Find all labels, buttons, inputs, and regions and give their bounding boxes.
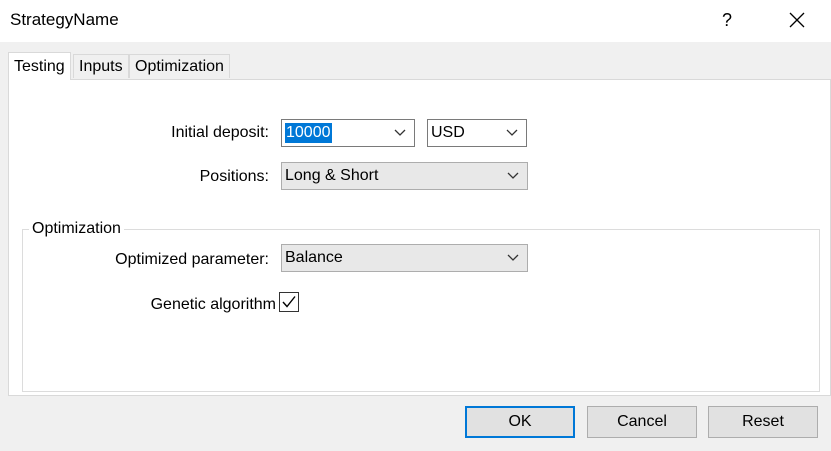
currency-combobox[interactable]: USD — [427, 119, 527, 147]
currency-value: USD — [431, 124, 465, 141]
tab-label: Inputs — [79, 58, 123, 75]
optimization-group-title: Optimization — [29, 219, 124, 239]
optimized-parameter-dropdown[interactable]: Balance — [281, 244, 528, 272]
tab-label: Testing — [14, 58, 65, 75]
genetic-algorithm-label: Genetic algorithm — [150, 296, 276, 313]
tab-testing[interactable]: Testing — [8, 52, 71, 80]
chevron-down-icon — [506, 129, 518, 136]
tab-label: Optimization — [135, 58, 224, 75]
genetic-algorithm-checkbox[interactable] — [279, 292, 299, 312]
title-bar: StrategyName ? — [0, 0, 831, 42]
positions-value: Long & Short — [285, 167, 379, 184]
close-button[interactable] — [774, 0, 820, 40]
chevron-down-icon — [394, 129, 406, 136]
close-icon — [789, 12, 805, 28]
initial-deposit-value: 10000 — [285, 123, 332, 143]
optimized-parameter-label: Optimized parameter: — [115, 251, 269, 268]
ok-button[interactable]: OK — [465, 406, 575, 438]
positions-label: Positions: — [199, 168, 269, 185]
checkmark-icon — [282, 296, 296, 308]
help-button[interactable]: ? — [704, 0, 750, 40]
reset-button[interactable]: Reset — [708, 406, 818, 438]
cancel-button[interactable]: Cancel — [587, 406, 697, 438]
ok-button-label: OK — [508, 413, 532, 430]
positions-dropdown[interactable]: Long & Short — [281, 162, 528, 190]
reset-button-label: Reset — [742, 413, 784, 430]
chevron-down-icon — [507, 172, 519, 179]
optimized-parameter-value: Balance — [285, 249, 343, 266]
initial-deposit-label: Initial deposit: — [171, 124, 269, 141]
help-icon: ? — [721, 9, 732, 30]
initial-deposit-combobox[interactable]: 10000 — [281, 119, 415, 147]
cancel-button-label: Cancel — [617, 413, 667, 430]
tab-inputs[interactable]: Inputs — [73, 54, 129, 78]
tab-optimization[interactable]: Optimization — [129, 54, 230, 78]
window-title: StrategyName — [10, 10, 119, 29]
chevron-down-icon — [507, 254, 519, 261]
